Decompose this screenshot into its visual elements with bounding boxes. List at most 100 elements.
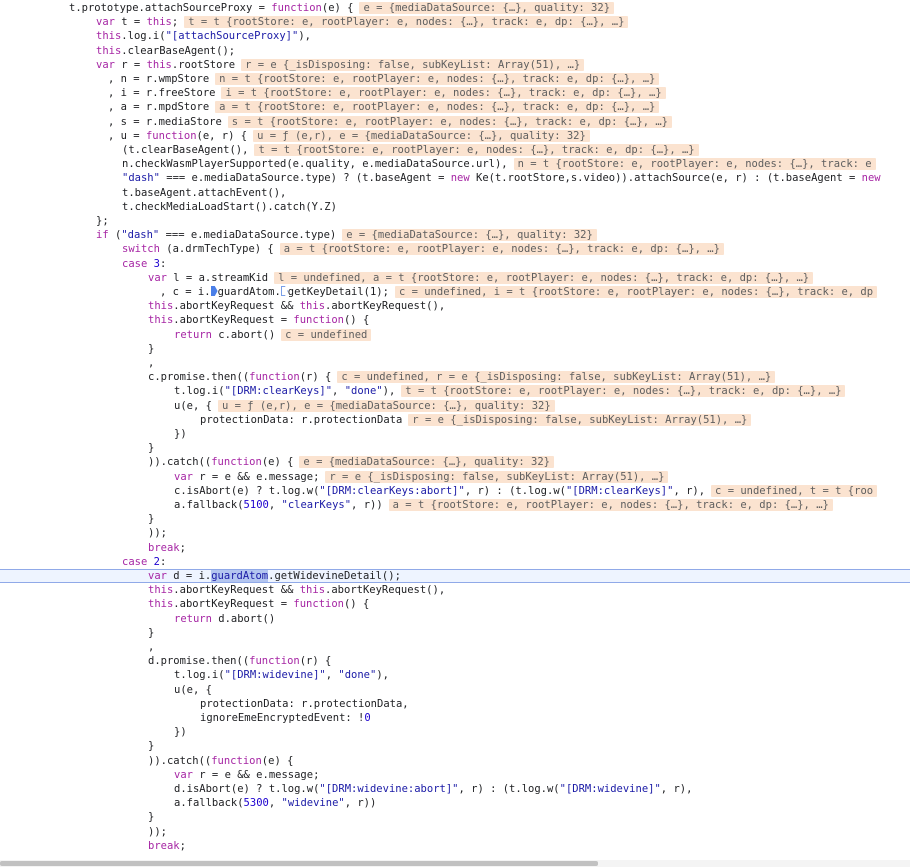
inline-variable-value: i = t {rootStore: e, rootPlayer: e, node… (221, 87, 666, 100)
code-line[interactable]: var r = this.rootStore r = e {_isDisposin… (0, 58, 910, 72)
code-token: function (293, 598, 344, 611)
code-token: .rootStore (171, 58, 236, 71)
code-token: ), (382, 385, 396, 398)
code-line[interactable]: c.isAbort(e) ? t.log.w("[DRM:clearKeys:a… (0, 484, 910, 498)
code-line[interactable]: }; (0, 214, 910, 228)
code-line[interactable]: , i = r.freeStore i = t {rootStore: e, ro… (0, 86, 910, 100)
code-editor[interactable]: t.prototype.attachSourceProxy = function… (0, 0, 910, 860)
code-line[interactable]: this.abortKeyRequest = function() { (0, 597, 910, 611)
code-token: () { (343, 598, 370, 611)
inline-variable-value: c = undefined, i = t {rootStore: e, root… (394, 286, 878, 298)
code-line[interactable]: )); (0, 825, 910, 839)
code-token: , r)) (344, 797, 377, 810)
code-line[interactable]: c.promise.then((function(r) {c = undefin… (0, 370, 910, 384)
code-line[interactable]: t.log.i("[DRM:widevine]", "done"), (0, 668, 910, 682)
code-line[interactable]: protectionData: r.protectionData r = e {_… (0, 413, 910, 427)
inline-variable-value: s = t {rootStore: e, rootPlayer: e, node… (227, 115, 672, 128)
code-line[interactable]: var l = a.streamKid l = undefined, a = t … (0, 271, 910, 285)
inline-breakpoint-icon[interactable] (280, 286, 288, 296)
code-token: , r), (673, 484, 706, 497)
code-token: , r), (660, 783, 693, 795)
code-line[interactable]: "dash" === e.mediaDataSource.type) ? (t.… (0, 171, 910, 185)
code-line[interactable]: this.abortKeyRequest = function() { (0, 313, 910, 327)
code-line[interactable]: break; (0, 839, 910, 853)
code-line[interactable]: } (0, 626, 910, 640)
code-line[interactable]: t.prototype.attachSourceProxy = function… (0, 1, 910, 15)
code-line[interactable]: n.checkWasmPlayerSupported(e.quality, e.… (0, 157, 910, 171)
inline-breakpoint-icon[interactable] (210, 286, 218, 296)
code-token: ( (108, 229, 122, 242)
code-line[interactable]: this.abortKeyRequest && this.abortKeyReq… (0, 583, 910, 597)
code-line[interactable]: )); (0, 526, 910, 540)
horizontal-scrollbar[interactable] (0, 860, 910, 867)
code-line[interactable]: d.isAbort(e) ? t.log.w("[DRM:widevine:ab… (0, 782, 910, 796)
code-line[interactable]: , n = r.wmpStore n = t {rootStore: e, roo… (0, 72, 910, 86)
code-token: 5100 (243, 499, 269, 511)
code-line[interactable]: var r = e && e.message; r = e {_isDisposi… (0, 470, 910, 484)
code-line[interactable]: )).catch((function(e) {e = {mediaDataSou… (0, 455, 910, 469)
code-line[interactable]: , s = r.mediaStore s = t {rootStore: e, r… (0, 115, 910, 129)
code-line[interactable]: u(e, {u = ƒ (e,r), e = {mediaDataSource:… (0, 399, 910, 413)
code-line[interactable]: } (0, 810, 910, 824)
code-token: , (148, 357, 155, 369)
selected-token: guardAtom (211, 570, 269, 582)
code-line[interactable]: this.clearBaseAgent(); (0, 44, 910, 58)
code-token: (e) { (261, 754, 294, 767)
code-line[interactable]: break; (0, 541, 910, 555)
code-line[interactable]: t.checkMediaLoadStart().catch(Y.Z) (0, 200, 910, 214)
code-line[interactable]: } (0, 342, 910, 356)
code-token: function (211, 456, 262, 469)
code-line[interactable]: }) (0, 427, 910, 441)
code-line[interactable]: protectionData: r.protectionData, (0, 697, 910, 711)
code-line[interactable]: } (0, 739, 910, 753)
inline-variable-value: t = t {rootStore: e, rootPlayer: e, node… (401, 385, 846, 398)
code-line[interactable]: u(e, { (0, 683, 910, 697)
code-token: this (299, 584, 326, 597)
horizontal-scrollbar-thumb[interactable] (0, 861, 598, 866)
code-token: 0 (364, 712, 371, 724)
code-token: protectionData: r.protectionData, (200, 697, 409, 710)
code-line[interactable]: switch (a.drmTechType) {a = t {rootStore… (0, 242, 910, 256)
code-token: .log.i( (121, 30, 166, 43)
code-line[interactable]: var r = e && e.message; (0, 768, 910, 782)
code-line[interactable]: , a = r.mpdStore a = t {rootStore: e, roo… (0, 100, 910, 114)
code-line[interactable]: this.log.i("[attachSourceProxy]"), (0, 29, 910, 43)
code-line[interactable]: t.log.i("[DRM:clearKeys]", "done"), t = t… (0, 384, 910, 398)
code-token: break (148, 541, 180, 554)
current-code-line[interactable]: var d = i.guardAtom.getWidevineDetail(); (0, 569, 910, 584)
inline-variable-value: r = e {_isDisposing: false, subKeyList: … (241, 58, 585, 71)
code-line[interactable]: return c.abort() c = undefined (0, 328, 910, 342)
inline-variable-value: l = undefined, a = t {rootStore: e, root… (274, 271, 814, 284)
inline-variable-value: e = {mediaDataSource: {…}, quality: 32} (299, 456, 554, 469)
code-line[interactable]: d.promise.then((function(r) { (0, 654, 910, 668)
code-token: (e, r) { (196, 129, 248, 142)
inline-variable-value: n = t {rootStore: e, rootPlayer: e, node… (215, 73, 660, 85)
code-line[interactable]: ignoreEmeEncryptedEvent: !0 (0, 711, 910, 725)
code-token: , i = r.freeStore (108, 87, 216, 100)
code-line[interactable]: , (0, 356, 910, 370)
code-line[interactable]: }) (0, 725, 910, 739)
code-line[interactable]: if ("dash" === e.mediaDataSource.type) e … (0, 228, 910, 242)
code-line[interactable]: , c = i. guardAtom. getKeyDetail(1); c = un… (0, 285, 910, 299)
inline-variable-value: u = ƒ (e,r), e = {mediaDataSource: {…}, … (253, 129, 590, 142)
code-line[interactable]: a.fallback(5300, "widevine", r)) (0, 796, 910, 810)
code-line[interactable]: return d.abort() (0, 612, 910, 626)
code-line[interactable]: )).catch((function(e) { (0, 754, 910, 768)
code-token: new (450, 172, 470, 185)
code-line[interactable]: , (0, 640, 910, 654)
code-line[interactable]: case 2: (0, 555, 910, 569)
code-token: a.fallback( (174, 797, 244, 810)
code-token: this (148, 584, 174, 597)
code-token: this (146, 58, 172, 71)
code-token: case (122, 555, 148, 568)
code-line[interactable]: t.baseAgent.attachEvent(), (0, 186, 910, 200)
code-line[interactable]: (t.clearBaseAgent(), t = t {rootStore: e,… (0, 143, 910, 157)
code-line[interactable]: , u = function(e, r) {u = ƒ (e,r), e = {… (0, 129, 910, 143)
code-line[interactable]: } (0, 512, 910, 526)
code-line[interactable]: case 3: (0, 257, 910, 271)
code-token: : (159, 555, 167, 568)
code-line[interactable]: var t = this; t = t {rootStore: e, rootPl… (0, 15, 910, 29)
code-line[interactable]: } (0, 441, 910, 455)
code-line[interactable]: this.abortKeyRequest && this.abortKeyReq… (0, 299, 910, 313)
code-line[interactable]: a.fallback(5100, "clearKeys", r)) a = t {… (0, 498, 910, 512)
